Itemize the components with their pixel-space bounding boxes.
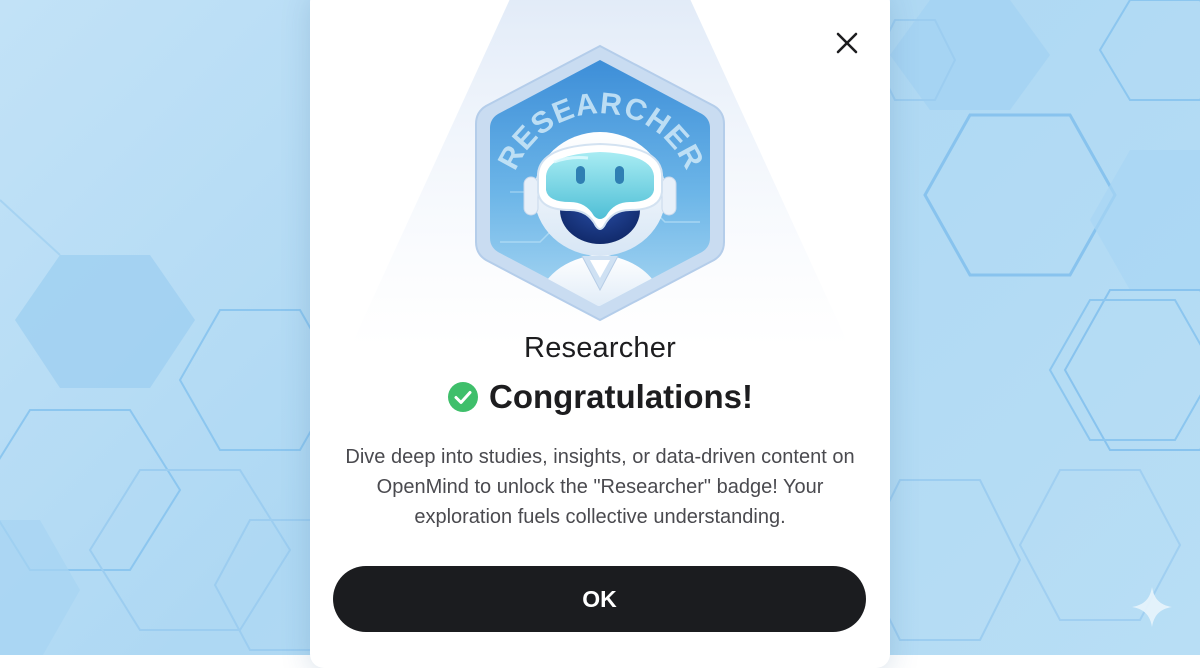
- check-circle-icon: [448, 382, 478, 412]
- close-button[interactable]: [830, 26, 864, 60]
- badge-name: Researcher: [524, 332, 676, 364]
- close-icon: [836, 32, 858, 54]
- congratulations-text: Congratulations!: [489, 378, 753, 415]
- achievement-dialog: RESEARCHER Researcher Congratulations! D…: [310, 0, 890, 668]
- ok-button[interactable]: OK: [333, 566, 866, 632]
- researcher-badge: RESEARCHER: [475, 44, 725, 322]
- congratulations-heading: Congratulations!: [310, 378, 890, 416]
- badge-description: Dive deep into studies, insights, or dat…: [345, 446, 855, 528]
- sparkle-icon: [1132, 587, 1172, 627]
